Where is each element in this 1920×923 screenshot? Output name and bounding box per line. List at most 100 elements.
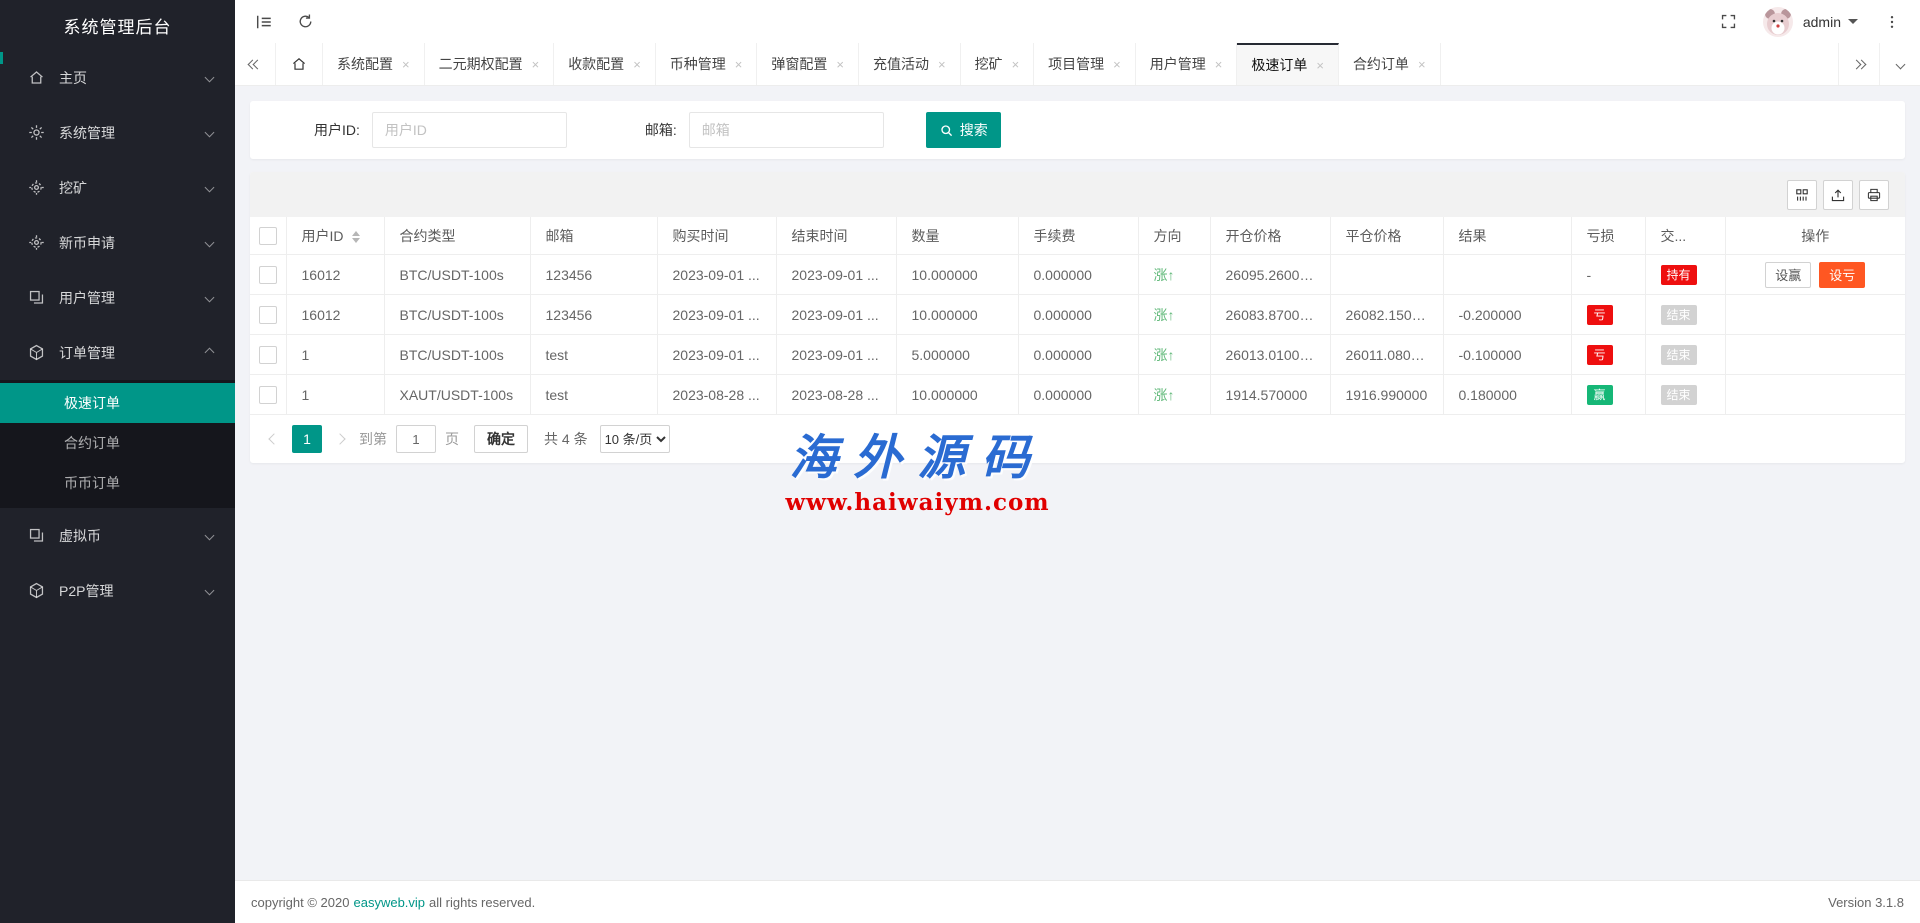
chevron-down-icon <box>1895 59 1905 69</box>
sidebar-scroll-thumb[interactable] <box>0 52 3 64</box>
tabbar: 系统配置×二元期权配置×收款配置×币种管理×弹窗配置×充值活动×挖矿×项目管理×… <box>235 43 1920 86</box>
filter-columns-button[interactable] <box>1787 180 1817 210</box>
tab-close-icon[interactable]: × <box>1012 57 1020 72</box>
tab-label: 弹窗配置 <box>771 54 827 74</box>
sidebar-item[interactable]: 系统管理 <box>0 105 235 160</box>
refresh-icon[interactable] <box>297 13 314 30</box>
tab-item[interactable]: 合约订单× <box>1339 43 1441 85</box>
cell-amount: 10.000000 <box>896 295 1018 335</box>
tab-active[interactable]: 极速订单× <box>1237 43 1339 85</box>
tabs-scroll-left-button[interactable] <box>235 43 276 85</box>
row-checkbox[interactable] <box>259 346 277 364</box>
column-header[interactable]: 邮箱 <box>530 217 657 255</box>
tab-item[interactable]: 二元期权配置× <box>425 43 555 85</box>
sidebar-item-label: 订单管理 <box>59 343 206 363</box>
search-button[interactable]: 搜索 <box>926 112 1001 148</box>
cell-fee: 0.000000 <box>1018 375 1138 415</box>
column-header[interactable]: 购买时间 <box>657 217 776 255</box>
column-header-label: 合约类型 <box>400 228 456 244</box>
tab-close-icon[interactable]: × <box>532 57 540 72</box>
sidebar-item[interactable]: 主页 <box>0 50 235 105</box>
column-header[interactable]: 数量 <box>896 217 1018 255</box>
next-page-button[interactable] <box>328 435 352 443</box>
tab-close-icon[interactable]: × <box>938 57 946 72</box>
sidebar-subitem[interactable]: 合约订单 <box>0 423 235 463</box>
avatar[interactable] <box>1763 7 1793 37</box>
current-page[interactable]: 1 <box>292 425 322 453</box>
tab-close-icon[interactable]: × <box>1316 58 1324 73</box>
tab-item[interactable]: 挖矿× <box>961 43 1035 85</box>
row-checkbox[interactable] <box>259 386 277 404</box>
tabs-dropdown-button[interactable] <box>1879 43 1920 85</box>
sidebar-subitem[interactable]: 币币订单 <box>0 463 235 503</box>
cell-contract: XAUT/USDT-100s <box>384 375 530 415</box>
tab-close-icon[interactable]: × <box>633 57 641 72</box>
cell-fee: 0.000000 <box>1018 295 1138 335</box>
tab-item[interactable]: 用户管理× <box>1136 43 1238 85</box>
column-header[interactable]: 结束时间 <box>776 217 896 255</box>
user-menu[interactable]: admin <box>1803 14 1858 30</box>
column-header[interactable]: 亏损 <box>1571 217 1645 255</box>
tab-item[interactable]: 收款配置× <box>554 43 656 85</box>
confirm-page-button[interactable]: 确定 <box>474 425 528 453</box>
select-all-cell <box>250 217 286 255</box>
chevron-down-icon <box>205 293 215 303</box>
tab-close-icon[interactable]: × <box>1215 57 1223 72</box>
sidebar-subitem[interactable]: 极速订单 <box>0 383 235 423</box>
row-checkbox[interactable] <box>259 266 277 284</box>
cell-open-price: 1914.570000 <box>1210 375 1330 415</box>
sidebar-item[interactable]: 虚拟币 <box>0 508 235 563</box>
column-header[interactable]: 用户ID <box>286 217 384 255</box>
column-header[interactable]: 结果 <box>1443 217 1571 255</box>
tab-close-icon[interactable]: × <box>402 57 410 72</box>
prev-page-button[interactable] <box>262 435 286 443</box>
sidebar-item[interactable]: P2P管理 <box>0 563 235 618</box>
goto-page-input[interactable] <box>396 425 436 453</box>
email-input[interactable] <box>689 112 884 148</box>
tab-close-icon[interactable]: × <box>836 57 844 72</box>
collapse-sidebar-icon[interactable] <box>255 13 273 31</box>
sidebar-item[interactable]: 挖矿 <box>0 160 235 215</box>
user-id-input[interactable] <box>372 112 567 148</box>
row-checkbox[interactable] <box>259 306 277 324</box>
tab-label: 项目管理 <box>1048 54 1104 74</box>
set-loss-button[interactable]: 设亏 <box>1819 262 1865 288</box>
set-win-button[interactable]: 设赢 <box>1765 262 1811 288</box>
column-header-label: 结束时间 <box>792 228 848 244</box>
tab-close-icon[interactable]: × <box>1113 57 1121 72</box>
column-header[interactable]: 方向 <box>1138 217 1210 255</box>
column-header[interactable]: 平仓价格 <box>1330 217 1443 255</box>
cell-amount: 10.000000 <box>896 255 1018 295</box>
sidebar-item[interactable]: 用户管理 <box>0 270 235 325</box>
tab-item[interactable]: 项目管理 × <box>1034 43 1136 85</box>
column-header[interactable]: 合约类型 <box>384 217 530 255</box>
tab-close-icon[interactable]: × <box>735 57 743 72</box>
tab-item[interactable]: 充值活动× <box>859 43 961 85</box>
column-header[interactable]: 开仓价格 <box>1210 217 1330 255</box>
sidebar-item[interactable]: 新币申请 <box>0 215 235 270</box>
export-button[interactable] <box>1823 180 1853 210</box>
sort-icon[interactable] <box>352 231 360 243</box>
tab-close-icon[interactable]: × <box>1418 57 1426 72</box>
sidebar-item-label: 挖矿 <box>59 178 206 198</box>
tab-home[interactable] <box>276 43 323 85</box>
cell-buy-time: 2023-09-01 ... <box>657 295 776 335</box>
print-button[interactable] <box>1859 180 1889 210</box>
cell-loss: 亏 <box>1571 335 1645 375</box>
sidebar-item[interactable]: 订单管理 <box>0 325 235 380</box>
copyright-link[interactable]: easyweb.vip <box>353 895 425 910</box>
tab-item[interactable]: 弹窗配置 × <box>757 43 859 85</box>
select-all-checkbox[interactable] <box>259 227 277 245</box>
tab-item[interactable]: 币种管理× <box>656 43 758 85</box>
tab-item[interactable]: 系统配置× <box>323 43 425 85</box>
column-header[interactable]: 操作 <box>1725 217 1905 255</box>
tabs-scroll-right-button[interactable] <box>1838 43 1879 85</box>
per-page-select[interactable]: 10 条/页 <box>600 425 670 453</box>
column-header[interactable]: 手续费 <box>1018 217 1138 255</box>
fullscreen-icon[interactable] <box>1720 13 1737 30</box>
search-icon <box>939 123 954 138</box>
column-header[interactable]: 交... <box>1645 217 1725 255</box>
page-content: 用户ID: 邮箱: 搜索 用户ID合约类型邮箱购买时间结束时间数量手续费方向开仓… <box>235 86 1920 880</box>
home-icon <box>291 56 307 72</box>
more-menu-icon[interactable] <box>1884 14 1900 30</box>
